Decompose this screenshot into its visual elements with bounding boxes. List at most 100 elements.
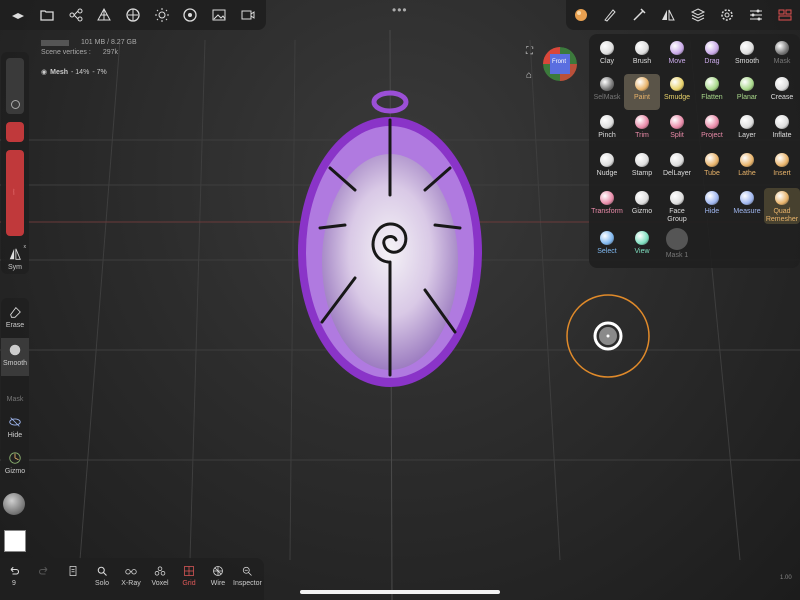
home-indicator[interactable] (300, 590, 500, 594)
tool-select[interactable]: Select (589, 228, 625, 264)
hide-label: Hide (7, 432, 23, 439)
hide-button[interactable]: Hide (1, 414, 29, 439)
pinch-icon (600, 115, 614, 129)
layers-stack-icon[interactable] (8, 5, 28, 25)
radius-slider[interactable] (6, 58, 24, 114)
measure-icon (740, 191, 754, 205)
erase-button[interactable]: Erase (1, 304, 29, 329)
image-icon[interactable] (209, 5, 229, 25)
tool-nudge[interactable]: Nudge (589, 150, 625, 186)
select-icon (600, 231, 614, 245)
tool-split[interactable]: Split (659, 112, 695, 148)
intensity-slider-small[interactable] (6, 122, 24, 142)
tool-selmask[interactable]: SelMask (589, 74, 625, 110)
tool-move[interactable]: Move (659, 38, 695, 74)
interface-icon[interactable] (775, 5, 795, 25)
layer-icon (740, 115, 754, 129)
tool-hide[interactable]: Hide (694, 188, 730, 224)
tool-paint[interactable]: Paint (624, 74, 660, 110)
material-icon[interactable] (123, 5, 143, 25)
tool-label: Tube (704, 170, 720, 177)
tool-measure[interactable]: Measure (729, 188, 765, 224)
tool-view[interactable]: View (624, 228, 660, 264)
tool-label: DelLayer (662, 170, 691, 177)
tube-icon (705, 153, 719, 167)
tool-stamp[interactable]: Stamp (624, 150, 660, 186)
tool-label: Insert (773, 170, 791, 177)
mask-button[interactable]: Mask (1, 396, 29, 403)
smooth-button[interactable]: Smooth (1, 338, 29, 376)
tool-tube[interactable]: Tube (694, 150, 730, 186)
inspector-button[interactable]: Inspector (233, 564, 262, 587)
undo-button[interactable]: 9 (0, 564, 28, 587)
symmetry-icon[interactable] (658, 5, 678, 25)
scene-stats: 101 MB / 8.27 GB Scene vertices : 297k (41, 38, 137, 58)
tool-transform[interactable]: Transform (589, 188, 625, 224)
tool-clay[interactable]: Clay (589, 38, 625, 74)
tool-face-group[interactable]: Face Group (659, 188, 695, 224)
folder-icon[interactable] (37, 5, 57, 25)
tool-mask[interactable]: Mask (764, 38, 800, 74)
intensity-slider[interactable]: ⦚ (6, 150, 24, 236)
xray-button[interactable]: X-Ray (117, 564, 145, 587)
tool-layer[interactable]: Layer (729, 112, 765, 148)
tool-pinch[interactable]: Pinch (589, 112, 625, 148)
voxel-button[interactable]: Voxel (146, 564, 174, 587)
home-icon[interactable]: ⌂ (526, 70, 532, 81)
mesh-info[interactable]: ◉ Mesh - 14% - 7% (41, 68, 107, 77)
tool-label: Move (668, 58, 686, 65)
history-button[interactable] (59, 564, 87, 580)
sliders-icon[interactable] (746, 5, 766, 25)
top-left-toolbar (0, 0, 266, 30)
brush-icon[interactable] (600, 5, 620, 25)
solo-button[interactable]: Solo (88, 564, 116, 587)
wire-label: Wire (210, 580, 226, 587)
gizmo-button[interactable]: Gizmo (1, 450, 29, 475)
tool-flatten[interactable]: Flatten (694, 74, 730, 110)
wire-button[interactable]: Wire (204, 564, 232, 587)
tool-brush[interactable]: Brush (624, 38, 660, 74)
radius-slider-handle[interactable] (11, 100, 20, 109)
tool-inflate[interactable]: Inflate (764, 112, 800, 148)
paint-icon (635, 77, 649, 91)
tool-smudge[interactable]: Smudge (659, 74, 695, 110)
slider-handle[interactable]: ⦚ (13, 188, 15, 198)
more-dots[interactable]: ••• (392, 3, 408, 17)
tool-mask-1[interactable]: Mask 1 (659, 228, 695, 264)
topology-icon[interactable] (94, 5, 114, 25)
tool-gizmo[interactable]: Gizmo (624, 188, 660, 224)
tool-smooth[interactable]: Smooth (729, 38, 765, 74)
tool-insert[interactable]: Insert (764, 150, 800, 186)
material-sphere-button[interactable] (3, 493, 25, 515)
smudge-icon (670, 77, 684, 91)
tool-label: Smudge (663, 94, 691, 101)
color-swatch-button[interactable] (4, 530, 26, 552)
scene-graph-icon[interactable] (66, 5, 86, 25)
memory-bar (41, 40, 69, 46)
solo-search-icon (97, 566, 107, 576)
tool-quad-remesher[interactable]: Quad Remesher (764, 188, 800, 224)
environment-icon[interactable] (180, 5, 200, 25)
grid-button[interactable]: Grid (175, 564, 203, 587)
sym-button[interactable]: Sym x (1, 244, 29, 271)
frame-icon[interactable]: ⛶ (526, 46, 533, 57)
tool-planar[interactable]: Planar (729, 74, 765, 110)
tool-dellayer[interactable]: DelLayer (659, 150, 695, 186)
crease-icon (775, 77, 789, 91)
layers-icon[interactable] (688, 5, 708, 25)
tool-trim[interactable]: Trim (624, 112, 660, 148)
inflate-icon (775, 115, 789, 129)
camera-icon[interactable] (238, 5, 258, 25)
settings-icon[interactable] (717, 5, 737, 25)
sun-icon[interactable] (152, 5, 172, 25)
version-label: 1.00 (780, 575, 792, 581)
tool-project[interactable]: Project (694, 112, 730, 148)
vertices-value: 297k (102, 49, 118, 56)
tool-crease[interactable]: Crease (764, 74, 800, 110)
redo-button[interactable] (30, 564, 58, 580)
view-cube[interactable]: Front (543, 47, 577, 81)
tool-lathe[interactable]: Lathe (729, 150, 765, 186)
stroke-icon[interactable] (629, 5, 649, 25)
paint-ball-icon[interactable] (571, 5, 591, 25)
tool-drag[interactable]: Drag (694, 38, 730, 74)
